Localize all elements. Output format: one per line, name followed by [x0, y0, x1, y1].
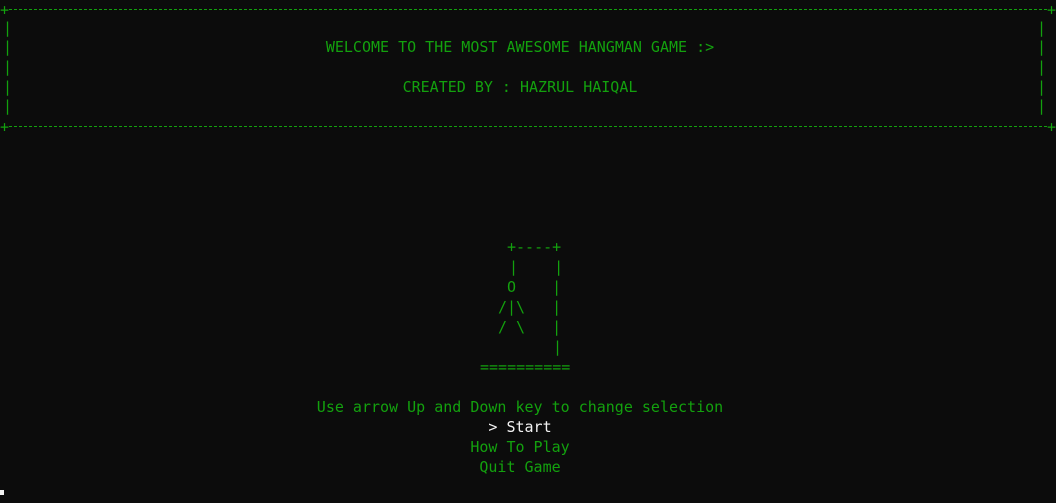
menu-instruction: Use arrow Up and Down key to change sele…: [316, 398, 724, 416]
text-cursor: [0, 490, 4, 495]
corner-bottom-left: +: [0, 118, 10, 136]
credit-line: CREATED BY : HAZRUL HAIQAL: [402, 78, 638, 96]
corner-top-left: +: [0, 1, 10, 19]
banner-top-border: + +: [0, 0, 1056, 20]
menu-item-start[interactable]: > Start: [0, 417, 1040, 437]
corner-top-right: +: [1047, 1, 1056, 19]
banner-side-row: | |: [3, 19, 1046, 37]
gallows-base: ==========: [480, 358, 571, 376]
banner-side-row: | |: [3, 97, 1046, 115]
terminal-window: + + | | | | | | | | | | WELCOME TO THE M…: [0, 0, 1056, 503]
welcome-title: WELCOME TO THE MOST AWESOME HANGMAN GAME…: [325, 38, 715, 56]
menu-item-quit-game[interactable]: Quit Game: [0, 457, 1040, 477]
gallows-top-beam: +----+: [507, 238, 562, 256]
hangman-head-row: O |: [507, 278, 562, 296]
gallows-rope-row: | |: [509, 258, 564, 276]
banner-bottom-border: + +: [0, 117, 1056, 137]
gallows-post-row: |: [553, 338, 563, 356]
menu-item-how-to-play[interactable]: How To Play: [0, 437, 1040, 457]
hangman-body-row: /|\ |: [498, 298, 562, 316]
banner-side-row: | |: [3, 58, 1046, 76]
hangman-legs-row: / \ |: [498, 318, 562, 336]
corner-bottom-right: +: [1047, 118, 1056, 136]
